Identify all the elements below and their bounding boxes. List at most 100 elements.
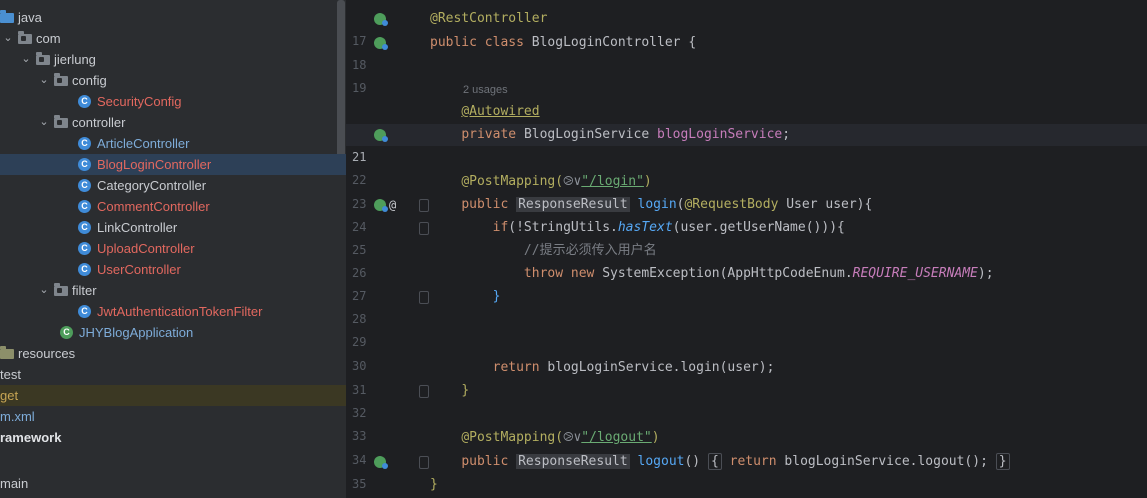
folder-icon [0,9,14,23]
tree-item-label: ArticleController [97,136,190,151]
annotation: @RestController [430,11,548,26]
code-line[interactable]: 19 [346,55,1147,95]
expression: blogLoginService.logout(); [784,454,988,469]
tree-item-jwtauthenticationtokenfilter[interactable]: C JwtAuthenticationTokenFilter [0,301,346,322]
code-line[interactable]: 28 } [346,286,1147,326]
keyword: return [492,360,540,375]
brace: } [492,289,501,304]
tree-item-config[interactable]: ⌄ config [0,70,346,91]
fold-marker-icon[interactable] [419,199,429,212]
tree-item-linkcontroller[interactable]: C LinkController [0,217,346,238]
tree-item-blogogincontroller-selected[interactable]: C BlogLoginController [0,154,346,175]
tree-item-label: SecurityConfig [97,94,182,109]
code-line[interactable]: 38 } [346,474,1147,496]
type-name: ResponseResult [516,197,630,212]
code-line[interactable]: 30 [346,333,1147,373]
keyword: class [484,35,524,50]
tree-item-label: jierlung [54,52,96,67]
code-line[interactable]: 29 [346,309,1147,349]
code-line[interactable]: 34 @PostMapping(⧁∨"/logout") [346,427,1147,467]
annotation: @Autowired [461,104,540,119]
code-line[interactable]: 17 @RestController [346,8,1147,48]
method-name: logout [637,454,685,469]
keyword: private [461,127,517,142]
string-literal[interactable]: "/logout" [581,430,651,445]
tree-item-java[interactable]: java [0,7,346,28]
class-icon: C [78,137,91,150]
code-line[interactable]: 24 @ public ResponseResult login(@Reques… [346,194,1147,234]
chevron-down-icon[interactable]: ⌄ [38,70,50,91]
code-line[interactable]: 22 [346,147,1147,187]
tree-item-com[interactable]: ⌄ com [0,28,346,49]
tree-item-articlecontroller[interactable]: C ArticleController [0,133,346,154]
spring-bean-icon[interactable] [374,13,388,26]
code-line[interactable]: 35 public ResponseResult logout() { retu… [346,451,1147,491]
class-icon: C [78,305,91,318]
code-line[interactable]: 33 [346,403,1147,443]
folded-brace[interactable]: { [707,453,722,470]
expression: (!StringUtils. [508,220,618,235]
folder-icon [54,114,68,128]
tree-item-controller[interactable]: ⌄ controller [0,112,346,133]
tree-item-label: CategoryController [97,178,207,193]
tree-item-label: UploadController [97,241,195,256]
tree-item-securityconfig[interactable]: C SecurityConfig [0,91,346,112]
type-name: BlogLoginService [523,127,650,142]
ide-window: java ⌄ com ⌄ jierlung ⌄ config C Securit… [0,0,1147,498]
tree-item-commentcontroller[interactable]: C CommentController [0,196,346,217]
tree-item-resources[interactable]: resources [0,343,346,364]
chevron-down-icon[interactable]: ⌄ [20,49,32,70]
spring-bean-icon[interactable] [374,456,388,469]
fold-marker-icon[interactable] [419,291,429,304]
tree-item-label: get [0,388,19,403]
code-line[interactable]: 18 public class BlogLoginController { [346,32,1147,72]
globe-icon[interactable]: ⧁∨ [563,174,581,189]
usages-hint-line[interactable]: 2 usages [346,79,1147,101]
keyword: public [430,35,477,50]
code-line[interactable]: 26 //提示必须传入用户名 [346,240,1147,280]
method-name: hasText [617,220,673,235]
tree-item-framework[interactable]: ramework [0,427,346,448]
string-literal[interactable]: "/login" [581,174,644,189]
code-line[interactable]: 27 throw new SystemException(AppHttpCode… [346,263,1147,303]
folder-icon [18,30,32,44]
code-editor[interactable]: 17 @RestController 18 public class BlogL… [346,0,1147,498]
fold-marker-icon[interactable] [419,385,429,398]
tree-item-pom-xml[interactable]: m.xml [0,406,346,427]
annotation: @PostMapping( [461,174,564,189]
code-line[interactable]: 23 @PostMapping(⧁∨"/login") [346,171,1147,211]
tree-item-label: m.xml [0,409,35,424]
folder-icon [0,345,14,359]
semicolon: ; [782,127,791,142]
tree-item-jierlung[interactable]: ⌄ jierlung [0,49,346,70]
usages-hint[interactable]: 2 usages [463,79,508,101]
paren: ) [651,430,660,445]
spring-bean-icon[interactable] [374,199,388,212]
code-line[interactable]: 20 @Autowired [346,101,1147,141]
tree-item-target[interactable]: get [0,385,346,406]
code-line[interactable]: 32 } [346,380,1147,420]
at-sign-icon[interactable]: @ [389,194,396,216]
tree-item-uploadcontroller[interactable]: C UploadController [0,238,346,259]
code-line[interactable]: 25 if(!StringUtils.hasText(user.getUserN… [346,217,1147,257]
tree-item-label: com [36,31,61,46]
brace: } [461,383,470,398]
fold-marker-icon[interactable] [419,456,429,469]
tree-item-jhyblogapplication[interactable]: C JHYBlogApplication [0,322,346,343]
fold-marker-icon[interactable] [419,222,429,235]
tree-item-main[interactable]: main [0,473,346,494]
chevron-down-icon[interactable]: ⌄ [2,28,14,49]
tree-item-usercontroller[interactable]: C UserController [0,259,346,280]
tree-item-test[interactable]: test [0,364,346,385]
folded-brace[interactable]: } [995,453,1010,470]
code-line[interactable]: 31 return blogLoginService.login(user); [346,357,1147,397]
code-line-current[interactable]: 21 private BlogLoginService blogLoginSer… [346,124,1147,164]
tree-item-filter[interactable]: ⌄ filter [0,280,346,301]
tree-item-categorycontroller[interactable]: C CategoryController [0,175,346,196]
chevron-down-icon[interactable]: ⌄ [38,112,50,133]
class-icon: C [78,158,91,171]
chevron-down-icon[interactable]: ⌄ [38,280,50,301]
spring-bean-icon[interactable] [374,129,388,142]
globe-icon[interactable]: ⧁∨ [563,430,581,445]
spring-bean-icon[interactable] [374,37,388,50]
